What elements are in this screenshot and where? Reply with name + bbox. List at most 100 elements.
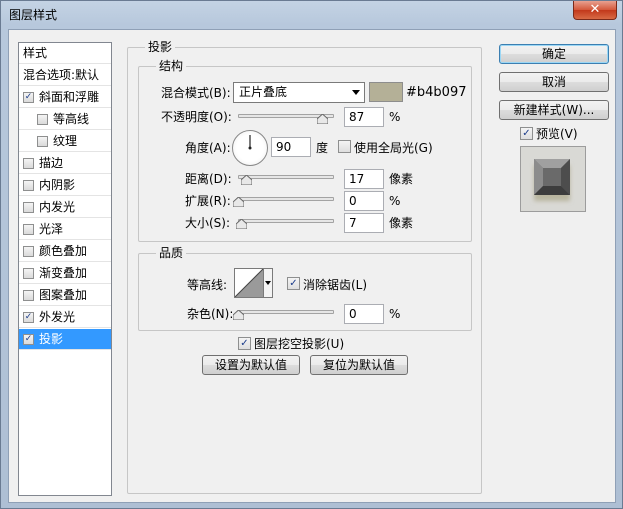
slider-thumb-icon <box>316 114 328 124</box>
slider-thumb-icon <box>240 175 252 185</box>
style-list-label: 投影 <box>39 332 64 346</box>
style-list-item[interactable]: 纹理 <box>19 131 111 152</box>
cancel-button[interactable]: 取消 <box>499 72 609 92</box>
style-list-item[interactable]: 光泽 <box>19 219 111 240</box>
ok-button[interactable]: 确定 <box>499 44 609 64</box>
noise-slider-thumb[interactable] <box>233 310 244 320</box>
style-list-item[interactable]: ✓ 斜面和浮雕 <box>19 87 111 108</box>
drop-shadow-title: 投影 <box>145 40 176 54</box>
style-list-label: 颜色叠加 <box>39 244 88 258</box>
global-light-checkbox[interactable] <box>338 140 351 153</box>
style-list-item[interactable]: 颜色叠加 <box>19 241 111 262</box>
preview-label[interactable]: 预览(V) <box>536 126 578 142</box>
style-list-label: 图案叠加 <box>39 288 88 302</box>
style-list-item[interactable]: 内发光 <box>19 197 111 218</box>
shadow-color-hex: #b4b097 <box>406 85 467 100</box>
quality-title: 品质 <box>156 246 187 260</box>
close-button[interactable]: ✕ <box>573 1 617 20</box>
contour-preview[interactable] <box>234 268 264 298</box>
style-list-item[interactable]: 内阴影 <box>19 175 111 196</box>
layer-knockout-checkbox[interactable]: ✓ <box>238 337 251 350</box>
contour-label: 等高线: <box>187 278 228 292</box>
opacity-label: 不透明度(O): <box>161 110 232 124</box>
style-list-item[interactable]: 描边 <box>19 153 111 174</box>
style-list-checkbox[interactable] <box>23 202 34 213</box>
opacity-slider-thumb[interactable] <box>316 114 328 124</box>
style-list-label: 内阴影 <box>39 178 76 192</box>
style-list-label: 外发光 <box>39 310 76 324</box>
style-list-checkbox[interactable] <box>23 268 34 279</box>
structure-title: 结构 <box>156 59 187 73</box>
slider-thumb-icon <box>233 310 244 320</box>
style-list-item[interactable]: 等高线 <box>19 109 111 130</box>
style-list-label: 混合选项:默认 <box>23 68 100 82</box>
angle-input[interactable]: 90 <box>271 137 311 157</box>
noise-unit: % <box>389 307 401 321</box>
size-input[interactable]: 7 <box>344 213 384 233</box>
new-style-button[interactable]: 新建样式(W)... <box>499 100 609 120</box>
style-list-item[interactable]: 混合选项:默认 <box>19 65 111 86</box>
layer-style-dialog: 图层样式 ✕ 样式混合选项:默认 ✓ 斜面和浮雕等高线纹理描边内阴影内发光光泽颜色叠… <box>0 0 623 509</box>
style-list-checkbox[interactable] <box>37 114 48 125</box>
contour-dropdown-button[interactable] <box>264 268 273 298</box>
slider-thumb-icon <box>233 197 244 207</box>
antialias-checkbox[interactable]: ✓ <box>287 277 300 290</box>
preview-checkbox[interactable]: ✓ <box>520 127 533 140</box>
chevron-down-icon <box>265 281 271 285</box>
style-list-label: 光泽 <box>39 222 64 236</box>
style-list-label: 内发光 <box>39 200 76 214</box>
angle-needle-icon <box>248 135 252 150</box>
angle-dial[interactable] <box>232 130 268 166</box>
noise-slider-track[interactable] <box>238 310 334 314</box>
style-list-label: 斜面和浮雕 <box>39 90 100 104</box>
distance-label: 距离(D): <box>185 172 232 186</box>
style-list-item[interactable]: ✓ 投影 <box>19 329 111 350</box>
blend-mode-label: 混合模式(B): <box>161 86 231 100</box>
style-list-item[interactable]: 渐变叠加 <box>19 263 111 284</box>
size-slider-thumb[interactable] <box>235 219 247 229</box>
style-list-item[interactable]: ✓ 外发光 <box>19 307 111 328</box>
spread-slider-thumb[interactable] <box>233 197 244 207</box>
spread-slider-track[interactable] <box>238 197 334 201</box>
title-bar[interactable]: 图层样式 ✕ <box>1 1 622 27</box>
slider-thumb-icon <box>235 219 247 229</box>
spread-input[interactable]: 0 <box>344 191 384 211</box>
style-list-checkbox[interactable]: ✓ <box>23 334 34 345</box>
style-list-checkbox[interactable] <box>23 290 34 301</box>
style-list-checkbox[interactable] <box>23 224 34 235</box>
layer-knockout-label[interactable]: 图层挖空投影(U) <box>254 336 344 352</box>
shadow-color-swatch[interactable] <box>369 82 403 102</box>
style-list-label: 等高线 <box>53 112 90 126</box>
style-list-checkbox[interactable]: ✓ <box>23 92 34 103</box>
opacity-input[interactable]: 87 <box>344 107 384 127</box>
noise-input[interactable]: 0 <box>344 304 384 324</box>
style-list-checkbox[interactable] <box>23 158 34 169</box>
blend-mode-value: 正片叠底 <box>239 85 288 99</box>
style-list-checkbox[interactable]: ✓ <box>23 312 34 323</box>
angle-unit: 度 <box>316 141 329 155</box>
style-list-checkbox[interactable] <box>23 180 34 191</box>
reset-default-button[interactable]: 复位为默认值 <box>310 355 408 375</box>
opacity-unit: % <box>389 110 401 124</box>
distance-slider-thumb[interactable] <box>240 175 252 185</box>
size-slider-track[interactable] <box>238 219 334 223</box>
style-list-label: 纹理 <box>53 134 78 148</box>
distance-slider-track[interactable] <box>238 175 334 179</box>
style-list-item[interactable]: 样式 <box>19 43 111 64</box>
noise-label: 杂色(N): <box>187 307 234 321</box>
distance-input[interactable]: 17 <box>344 169 384 189</box>
style-list-item[interactable]: 图案叠加 <box>19 285 111 306</box>
contour-curve-icon <box>234 268 264 298</box>
preview-bevel-icon <box>534 159 570 195</box>
blend-mode-select[interactable]: 正片叠底 <box>233 82 365 103</box>
style-list-checkbox[interactable] <box>37 136 48 147</box>
make-default-button[interactable]: 设置为默认值 <box>202 355 300 375</box>
style-list-label: 样式 <box>23 46 48 60</box>
style-list: 样式混合选项:默认 ✓ 斜面和浮雕等高线纹理描边内阴影内发光光泽颜色叠加渐变叠加图案… <box>18 42 112 496</box>
style-list-label: 渐变叠加 <box>39 266 88 280</box>
style-list-checkbox[interactable] <box>23 246 34 257</box>
global-light-label[interactable]: 使用全局光(G) <box>354 140 433 156</box>
size-unit: 像素 <box>389 216 414 230</box>
antialias-label[interactable]: 消除锯齿(L) <box>303 277 367 293</box>
distance-unit: 像素 <box>389 172 414 186</box>
